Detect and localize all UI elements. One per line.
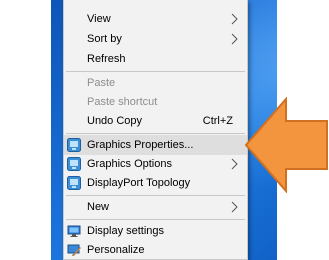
intel-graphics-icon — [67, 157, 81, 171]
menu-item-sort-by[interactable]: Sort by — [64, 29, 247, 49]
menu-item-new[interactable]: New — [64, 197, 247, 217]
personalize-icon — [67, 244, 81, 256]
menu-item-label: Personalize — [87, 244, 145, 256]
chevron-right-icon — [231, 201, 238, 213]
menu-item-view[interactable]: View — [64, 9, 247, 29]
menu-item-label: Refresh — [87, 53, 126, 65]
display-settings-icon — [67, 225, 81, 237]
menu-item-paste-shortcut[interactable]: Paste shortcut — [64, 92, 247, 112]
menu-item-personalize[interactable]: Personalize — [64, 240, 247, 260]
menu-item-label: Undo Copy — [87, 115, 143, 127]
menu-item-label: Paste shortcut — [87, 96, 158, 108]
menu-item-label: Display settings — [87, 225, 165, 237]
menu-separator — [66, 195, 245, 196]
orange-pointer-arrow-icon — [244, 97, 328, 193]
menu-item-label: Graphics Options — [87, 158, 172, 170]
menu-item-paste[interactable]: Paste — [64, 73, 247, 93]
menu-item-display-settings[interactable]: Display settings — [64, 221, 247, 241]
menu-item-label: Graphics Properties... — [87, 139, 194, 151]
menu-item-label: Paste — [87, 77, 116, 89]
menu-separator — [66, 219, 245, 220]
menu-item-refresh[interactable]: Refresh — [64, 49, 247, 69]
menu-item-label: Sort by — [87, 33, 122, 45]
menu-item-label: View — [87, 13, 111, 25]
keyboard-shortcut: Ctrl+Z — [202, 115, 233, 127]
menu-item-undo-copy[interactable]: Undo Copy Ctrl+Z — [64, 111, 247, 131]
menu-item-graphics-options[interactable]: Graphics Options — [64, 154, 247, 174]
intel-graphics-icon — [67, 176, 81, 190]
desktop-context-menu: View Sort by Refresh Paste Paste shortcu… — [63, 0, 248, 260]
menu-item-label: New — [87, 201, 110, 213]
chevron-right-icon — [231, 33, 238, 45]
chevron-right-icon — [231, 158, 238, 170]
menu-item-label: DisplayPort Topology — [87, 177, 191, 189]
chevron-right-icon — [231, 13, 238, 25]
menu-separator — [66, 71, 245, 72]
menu-separator — [66, 133, 245, 134]
menu-item-graphics-properties[interactable]: Graphics Properties... — [64, 135, 247, 155]
screenshot-border-left — [0, 0, 51, 260]
menu-item-displayport-topology[interactable]: DisplayPort Topology — [64, 173, 247, 193]
intel-graphics-icon — [67, 138, 81, 152]
